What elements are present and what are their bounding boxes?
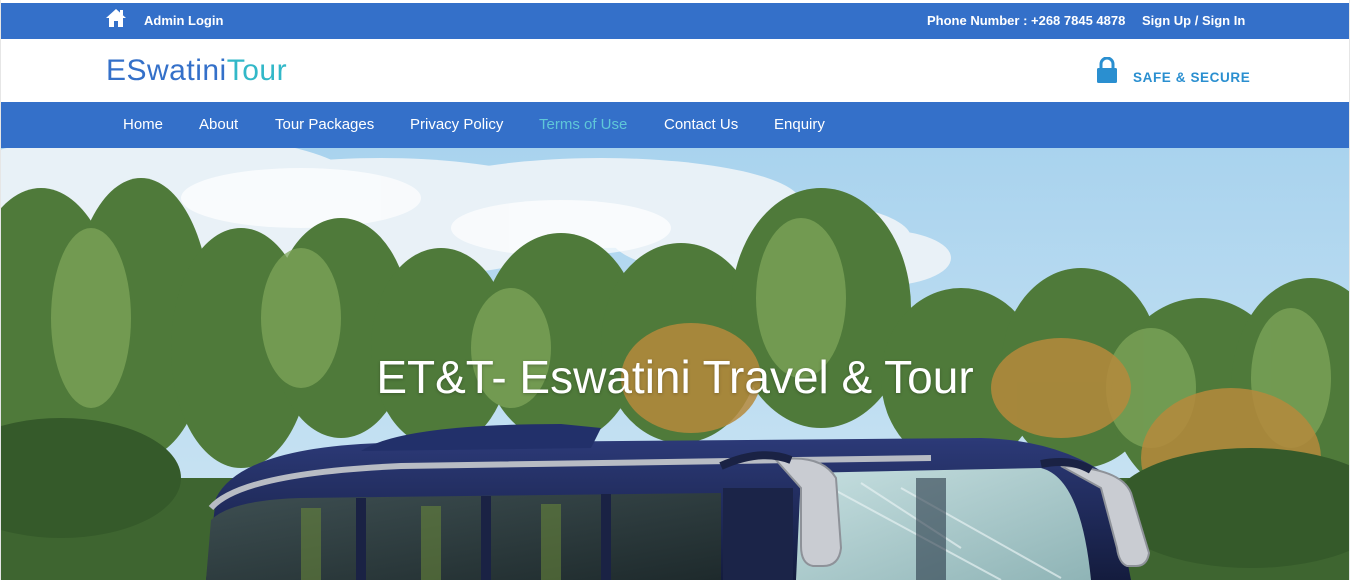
phone-number: Phone Number : +268 7845 4878	[927, 13, 1126, 28]
safe-secure-label: SAFE & SECURE	[1133, 70, 1251, 85]
nav-item-privacy-policy[interactable]: Privacy Policy	[410, 116, 503, 133]
nav-item-enquiry[interactable]: Enquiry	[774, 116, 825, 133]
top-bar: Admin Login Phone Number : +268 7845 487…	[1, 3, 1349, 39]
nav-item-terms-of-use[interactable]: Terms of Use	[539, 116, 627, 133]
site-logo[interactable]: ESwatiniTour	[106, 54, 287, 88]
nav-item-home[interactable]: Home	[123, 116, 163, 133]
nav-item-contact-us[interactable]: Contact Us	[664, 116, 738, 133]
hero-title: ET&T- Eswatini Travel & Tour	[376, 351, 974, 403]
sign-up-sign-in-link[interactable]: Sign Up / Sign In	[1142, 13, 1245, 28]
admin-login-link[interactable]: Admin Login	[144, 13, 223, 28]
page: Admin Login Phone Number : +268 7845 487…	[0, 0, 1350, 580]
header: ESwatiniTour SAFE & SECURE	[1, 39, 1349, 102]
lock-icon	[1097, 57, 1117, 83]
logo-part-eswatini: ESwatini	[106, 54, 227, 87]
hero-banner: ET&T- Eswatini Travel & Tour	[1, 148, 1349, 580]
nav-item-about[interactable]: About	[199, 116, 238, 133]
main-nav: Home About Tour Packages Privacy Policy …	[1, 102, 1349, 148]
home-icon[interactable]	[105, 8, 127, 28]
nav-item-tour-packages[interactable]: Tour Packages	[275, 116, 374, 133]
logo-part-tour: Tour	[226, 54, 288, 87]
